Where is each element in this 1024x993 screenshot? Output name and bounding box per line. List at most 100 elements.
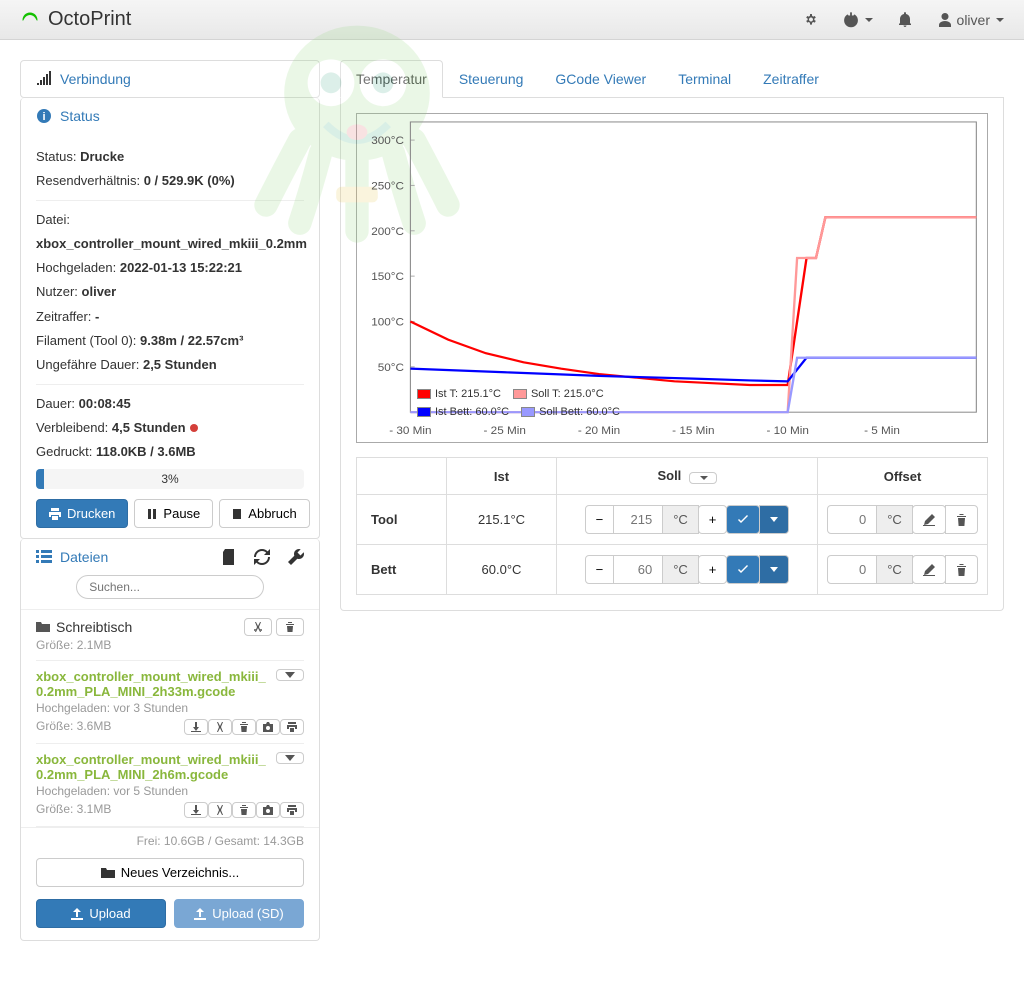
- delete-button[interactable]: [232, 802, 256, 818]
- offset-input[interactable]: [827, 555, 877, 584]
- tab-terminal[interactable]: Terminal: [662, 60, 747, 97]
- folder-delete-button[interactable]: [276, 618, 304, 636]
- svg-text:- 15 Min: - 15 Min: [672, 425, 714, 437]
- edit-offset-button[interactable]: [912, 555, 946, 584]
- storage-info: Frei: 10.6GB / Gesamt: 14.3GB: [21, 828, 319, 854]
- power-icon[interactable]: [843, 12, 873, 28]
- files-title[interactable]: Dateien: [60, 549, 108, 565]
- folder-icon: [101, 867, 115, 879]
- actual-temp: 215.1°C: [447, 495, 557, 545]
- print-file-button[interactable]: [280, 719, 304, 735]
- svg-text:- 10 Min: - 10 Min: [766, 425, 808, 437]
- settings-icon[interactable]: [803, 12, 819, 28]
- warning-dot-icon: [190, 424, 198, 432]
- chevron-down-icon[interactable]: [276, 669, 304, 681]
- connection-title[interactable]: Verbindung: [60, 71, 131, 87]
- brand[interactable]: OctoPrint: [20, 8, 131, 31]
- offset-input[interactable]: [827, 505, 877, 534]
- decrease-button[interactable]: −: [585, 505, 615, 534]
- target-dropdown-button[interactable]: [689, 472, 717, 484]
- heater-name: Bett: [357, 545, 447, 595]
- svg-text:i: i: [42, 111, 45, 123]
- svg-text:300°C: 300°C: [371, 135, 404, 147]
- print-button[interactable]: Drucken: [36, 499, 128, 528]
- heater-name: Tool: [357, 495, 447, 545]
- sd-card-icon[interactable]: [222, 549, 236, 565]
- folder-cut-button[interactable]: [244, 618, 272, 636]
- print-file-button[interactable]: [280, 802, 304, 818]
- tab-gcode[interactable]: GCode Viewer: [539, 60, 662, 97]
- wrench-icon[interactable]: [288, 549, 304, 565]
- pause-icon: [147, 508, 157, 520]
- brand-text: OctoPrint: [48, 8, 131, 31]
- preset-dropdown-button[interactable]: [759, 555, 789, 584]
- svg-text:150°C: 150°C: [371, 271, 404, 283]
- cut-button[interactable]: [208, 802, 232, 818]
- edit-offset-button[interactable]: [912, 505, 946, 534]
- download-button[interactable]: [184, 802, 208, 818]
- svg-text:- 30 Min: - 30 Min: [389, 425, 431, 437]
- progress-bar: 3%: [36, 469, 304, 489]
- target-input[interactable]: [613, 505, 663, 534]
- delete-offset-button[interactable]: [945, 555, 978, 584]
- trash-icon: [285, 622, 295, 632]
- upload-icon: [194, 908, 206, 920]
- chart-legend: Ist T: 215.1°C Soll T: 215.0°C Ist Bett:…: [417, 386, 620, 421]
- svg-text:50°C: 50°C: [378, 362, 404, 374]
- table-row: Bett 60.0°C − °C + °C: [357, 545, 988, 595]
- file-list[interactable]: Schreibtisch Größe: 2.1MB xbox_controlle…: [21, 609, 319, 828]
- actual-temp: 60.0°C: [447, 545, 557, 595]
- upload-icon: [71, 908, 83, 920]
- resend-value: 0 / 529.9K (0%): [144, 173, 235, 188]
- increase-button[interactable]: +: [698, 555, 728, 584]
- temperature-chart[interactable]: 50°C 100°C 150°C 200°C 250°C 300°C - 30 Min - 2…: [356, 113, 988, 443]
- decrease-button[interactable]: −: [585, 555, 615, 584]
- apply-button[interactable]: [726, 555, 760, 584]
- info-icon: i: [36, 108, 52, 124]
- increase-button[interactable]: +: [698, 505, 728, 534]
- file-item[interactable]: xbox_controller_mount_wired_mkiii_0.2mm_…: [36, 661, 304, 744]
- list-icon: [36, 549, 52, 565]
- octoprint-logo-icon: [20, 10, 40, 30]
- apply-button[interactable]: [726, 505, 760, 534]
- user-name: oliver: [957, 12, 990, 28]
- status-title[interactable]: Status: [60, 108, 100, 124]
- signal-icon: [36, 71, 52, 87]
- main: Temperatur Steuerung GCode Viewer Termin…: [340, 60, 1004, 611]
- chevron-down-icon[interactable]: [276, 752, 304, 764]
- stop-icon: [232, 508, 242, 520]
- delete-button[interactable]: [232, 719, 256, 735]
- svg-text:- 25 Min: - 25 Min: [484, 425, 526, 437]
- folder-item[interactable]: Schreibtisch Größe: 2.1MB: [36, 610, 304, 661]
- new-folder-button[interactable]: Neues Verzeichnis...: [36, 858, 304, 887]
- delete-offset-button[interactable]: [945, 505, 978, 534]
- refresh-icon[interactable]: [254, 549, 270, 565]
- svg-text:- 5 Min: - 5 Min: [864, 425, 900, 437]
- target-input[interactable]: [613, 555, 663, 584]
- folder-icon: [36, 621, 50, 633]
- upload-button[interactable]: Upload: [36, 899, 166, 928]
- tab-timelapse[interactable]: Zeitraffer: [747, 60, 835, 97]
- user-menu[interactable]: oliver: [937, 12, 1004, 28]
- print-icon: [49, 508, 61, 520]
- table-row: Tool 215.1°C − °C + °C: [357, 495, 988, 545]
- svg-text:- 20 Min: - 20 Min: [578, 425, 620, 437]
- svg-text:100°C: 100°C: [371, 317, 404, 329]
- cut-button[interactable]: [208, 719, 232, 735]
- search-input[interactable]: [76, 575, 264, 599]
- load-button[interactable]: [256, 719, 280, 735]
- svg-text:250°C: 250°C: [371, 181, 404, 193]
- scissors-icon: [253, 622, 263, 632]
- file-item[interactable]: xbox_controller_mount_wired_mkiii_0.2mm_…: [36, 744, 304, 827]
- svg-text:200°C: 200°C: [371, 226, 404, 238]
- navbar: OctoPrint oliver: [0, 0, 1024, 40]
- pause-button[interactable]: Pause: [134, 499, 213, 528]
- notifications-icon[interactable]: [897, 12, 913, 28]
- files-panel: Dateien Schreibtisch: [20, 539, 320, 941]
- load-button[interactable]: [256, 802, 280, 818]
- preset-dropdown-button[interactable]: [759, 505, 789, 534]
- status-value: Drucke: [80, 149, 124, 164]
- cancel-button[interactable]: Abbruch: [219, 499, 309, 528]
- download-button[interactable]: [184, 719, 208, 735]
- upload-sd-button[interactable]: Upload (SD): [174, 899, 304, 928]
